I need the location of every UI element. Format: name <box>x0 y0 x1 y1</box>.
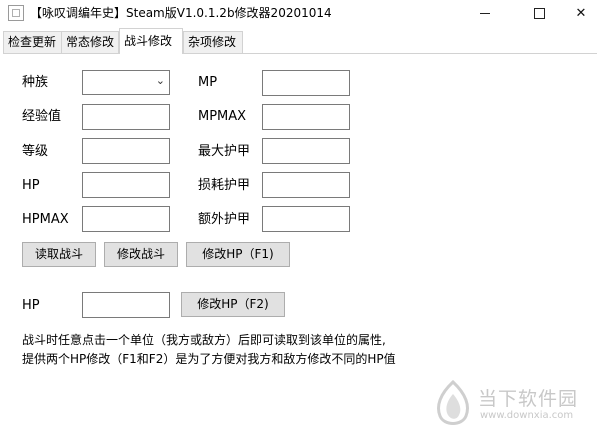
modify-hp-f2-button[interactable]: 修改HP（F2) <box>181 292 285 317</box>
mp-field[interactable] <box>262 70 350 96</box>
exp-label: 经验值 <box>22 109 62 124</box>
mp-label: MP <box>198 75 218 90</box>
maximize-icon <box>533 8 545 19</box>
mpmax-label: MPMAX <box>198 109 247 124</box>
level-label: 等级 <box>22 144 49 159</box>
description-line-1: 战斗时任意点击一个单位（我方或敌方）后即可读取到该单位的属性, <box>22 333 386 347</box>
close-button[interactable]: ✕ <box>558 0 600 27</box>
hpmax-label: HPMAX <box>22 212 69 227</box>
app-window: 【咏叹调编年史】Steam版V1.0.1.2b修改器20201014 ✕ 检查更… <box>0 0 600 445</box>
chevron-down-icon: ⌄ <box>155 74 165 87</box>
level-field[interactable] <box>82 138 170 164</box>
lost-armor-label: 损耗护甲 <box>198 178 251 193</box>
max-armor-label: 最大护甲 <box>198 144 251 159</box>
hp-field[interactable] <box>82 172 170 198</box>
window-title: 【咏叹调编年史】Steam版V1.0.1.2b修改器20201014 <box>30 6 332 20</box>
minimize-icon <box>480 13 490 14</box>
title-bar: 【咏叹调编年史】Steam版V1.0.1.2b修改器20201014 ✕ <box>0 0 600 27</box>
exp-field[interactable] <box>82 104 170 130</box>
tab-misc-mod[interactable]: 杂项修改 <box>183 31 243 53</box>
tab-battle-mod[interactable]: 战斗修改 <box>119 28 183 54</box>
hp-label: HP <box>22 178 40 193</box>
tab-strip: 检查更新 常态修改 战斗修改 杂项修改 <box>0 27 600 54</box>
extra-armor-label: 额外护甲 <box>198 212 251 227</box>
race-select[interactable]: ⌄ <box>82 70 170 95</box>
race-label: 种族 <box>22 75 49 90</box>
minimize-button[interactable] <box>462 0 508 27</box>
modify-hp-f1-button[interactable]: 修改HP（F1) <box>186 242 290 267</box>
tab-check-update[interactable]: 检查更新 <box>3 31 62 53</box>
modify-battle-button[interactable]: 修改战斗 <box>104 242 178 267</box>
read-battle-button[interactable]: 读取战斗 <box>22 242 96 267</box>
close-icon: ✕ <box>575 6 587 21</box>
description-line-2: 提供两个HP修改（F1和F2）是为了方便对我方和敌方修改不同的HP值 <box>22 352 396 366</box>
watermark-logo <box>437 380 469 425</box>
lost-armor-field[interactable] <box>262 172 350 198</box>
hp2-field[interactable] <box>82 292 170 318</box>
watermark-url: www.downxia.com <box>480 410 574 421</box>
hpmax-field[interactable] <box>82 206 170 232</box>
mpmax-field[interactable] <box>262 104 350 130</box>
max-armor-field[interactable] <box>262 138 350 164</box>
app-icon <box>8 5 24 21</box>
hp2-label: HP <box>22 298 40 313</box>
extra-armor-field[interactable] <box>262 206 350 232</box>
tab-normal-mod[interactable]: 常态修改 <box>61 31 119 53</box>
watermark-name: 当下软件园 <box>478 388 579 410</box>
maximize-button[interactable] <box>516 0 562 27</box>
